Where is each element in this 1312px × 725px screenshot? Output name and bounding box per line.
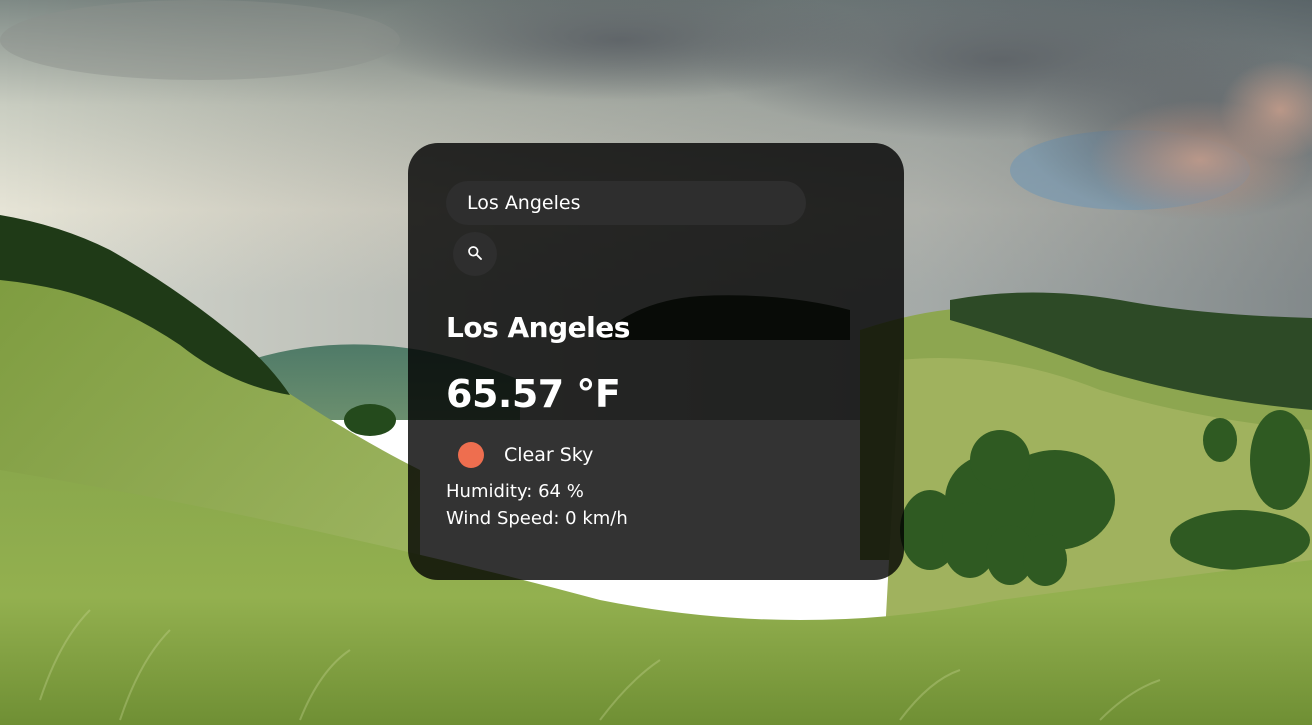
search-icon [467,245,483,264]
humidity: Humidity: 64 % [446,481,584,502]
weather-description: Clear Sky [504,444,594,466]
city-search-input[interactable] [446,181,806,225]
sun-icon [458,442,484,468]
wind-speed: Wind Speed: 0 km/h [446,508,628,529]
weather-details: Humidity: 64 % Wind Speed: 0 km/h [446,478,866,532]
temperature: 65.57 °F [446,372,621,416]
weather-description-row: Clear Sky [446,442,866,468]
search-bar [446,181,866,276]
weather-card: Los Angeles 65.57 °F Clear Sky Humidity:… [408,143,904,580]
city-name: Los Angeles [446,311,630,344]
search-button[interactable] [453,232,497,276]
